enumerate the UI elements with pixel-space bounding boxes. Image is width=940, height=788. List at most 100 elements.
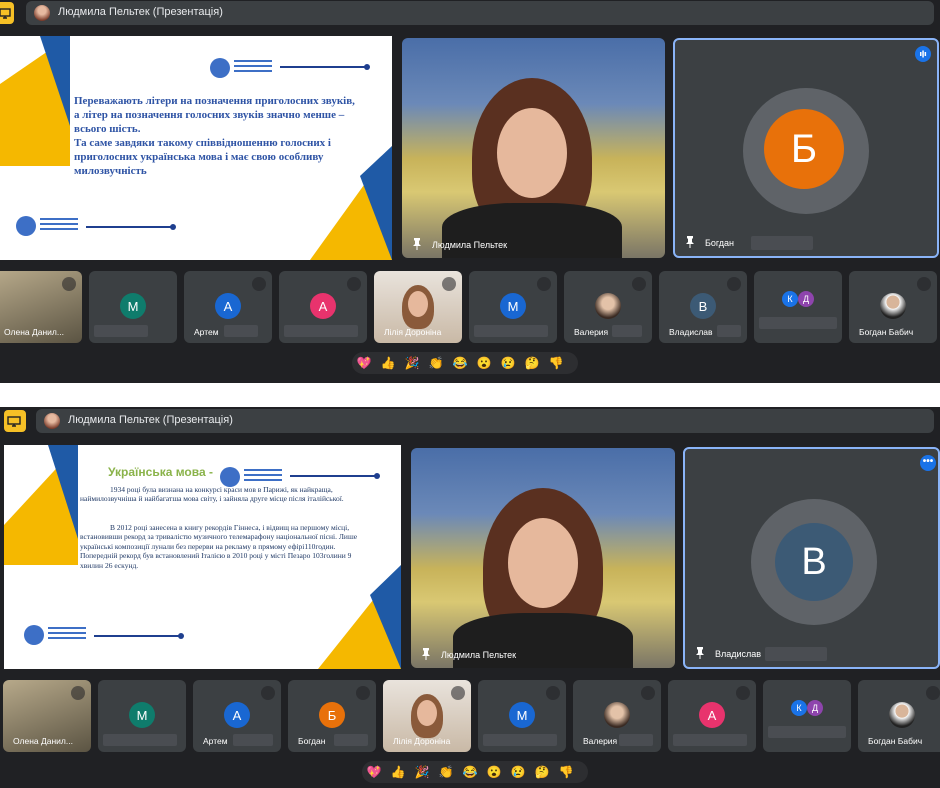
- redacted-name: [474, 325, 548, 337]
- redacted-surname: [612, 325, 642, 337]
- speaker-name: Людмила Пельтек: [441, 650, 517, 660]
- mic-off-icon: [736, 686, 750, 700]
- slide-text: Переважають літери на позначення приголо…: [74, 94, 384, 178]
- avatar-initial: А: [232, 707, 242, 723]
- thumbs-up-reaction-icon[interactable]: 👍: [390, 764, 406, 780]
- avatar: К: [791, 700, 807, 716]
- mic-off-icon: [546, 686, 560, 700]
- avatar-initial: А: [318, 298, 328, 314]
- mic-off-icon: [537, 277, 551, 291]
- thumbs-down-reaction-icon[interactable]: 👎: [548, 355, 564, 371]
- mic-off-icon: [252, 277, 266, 291]
- avatar: М: [129, 702, 155, 728]
- more-options-icon[interactable]: •••: [920, 455, 936, 471]
- mic-off-icon: [926, 686, 940, 700]
- redacted-name: [483, 734, 557, 746]
- avatar-initial: Б: [327, 707, 337, 723]
- avatar-initial: А: [223, 298, 233, 314]
- participant-tile[interactable]: А: [668, 680, 756, 752]
- party-reaction-icon[interactable]: 🎉: [404, 355, 420, 371]
- clap-reaction-icon[interactable]: 👏: [438, 764, 454, 780]
- avatar: М: [120, 293, 146, 319]
- redacted-name: [759, 317, 837, 329]
- thumbs-up-reaction-icon[interactable]: 👍: [380, 355, 396, 371]
- heart-reaction-icon[interactable]: 💖: [366, 764, 382, 780]
- slide-line: Та саме завдяки такому співвідношенню го…: [74, 137, 331, 149]
- participant-tile[interactable]: Богдан Бабич: [858, 680, 940, 752]
- presentation-icon[interactable]: [4, 410, 26, 432]
- thinking-reaction-icon[interactable]: 🤔: [534, 764, 550, 780]
- redacted-surname: [717, 325, 741, 337]
- surprised-reaction-icon[interactable]: 😮: [486, 764, 502, 780]
- participant-tile[interactable]: М: [469, 271, 557, 343]
- avatar: Д: [807, 700, 823, 716]
- heart-reaction-icon[interactable]: 💖: [356, 355, 372, 371]
- avatar-initial: М: [507, 298, 519, 314]
- redacted-surname: [619, 734, 653, 746]
- sad-reaction-icon[interactable]: 😢: [500, 355, 516, 371]
- participant-tile[interactable]: Олена Данил...: [3, 680, 91, 752]
- sad-reaction-icon[interactable]: 😢: [510, 764, 526, 780]
- avatar: Б: [319, 702, 345, 728]
- pin-icon[interactable]: [421, 648, 431, 660]
- participant-tile[interactable]: К Д: [763, 680, 851, 752]
- mic-off-icon: [641, 686, 655, 700]
- avatar: Д: [798, 291, 814, 307]
- video-feed: [508, 518, 578, 608]
- participant-tile[interactable]: Богдан Бабич: [849, 271, 937, 343]
- pin-icon[interactable]: [695, 647, 705, 659]
- speaker-video-tile[interactable]: Людмила Пельтек: [402, 38, 665, 258]
- participants-strip: Олена Данил... М А Артем А Лілія Доронiн…: [0, 271, 940, 343]
- participant-tile[interactable]: М: [89, 271, 177, 343]
- avatar-initial: А: [707, 707, 717, 723]
- mic-off-icon: [632, 277, 646, 291]
- participant-tile[interactable]: М: [478, 680, 566, 752]
- avatar: А: [310, 293, 336, 319]
- speaker-video-tile[interactable]: Людмила Пельтек: [411, 448, 675, 668]
- participant-tile[interactable]: Б Богдан: [288, 680, 376, 752]
- participant-tile[interactable]: А Артем: [184, 271, 272, 343]
- clap-reaction-icon[interactable]: 👏: [428, 355, 444, 371]
- thumbs-down-reaction-icon[interactable]: 👎: [558, 764, 574, 780]
- participant-tile[interactable]: А Артем: [193, 680, 281, 752]
- participant-tile[interactable]: В Владислав: [659, 271, 747, 343]
- mic-off-icon: [71, 686, 85, 700]
- video-feed: [417, 700, 437, 726]
- participant-tile[interactable]: Лілія Доронiна: [383, 680, 471, 752]
- pin-icon[interactable]: [685, 236, 695, 248]
- avatar: А: [699, 702, 725, 728]
- participant-name: Лілія Доронiна: [393, 736, 451, 746]
- reactions-bar: 💖 👍 🎉 👏 😂 😮 😢 🤔 👎: [352, 352, 578, 374]
- participant-name: Богдан: [705, 238, 735, 248]
- laugh-reaction-icon[interactable]: 😂: [452, 355, 468, 371]
- participant-tile[interactable]: Валерия: [564, 271, 652, 343]
- surprised-reaction-icon[interactable]: 😮: [476, 355, 492, 371]
- featured-participant-tile[interactable]: Б Богдан: [673, 38, 939, 258]
- presenter-label: Людмила Пельтек (Презентація): [68, 414, 233, 426]
- top-bar: Людмила Пельтек (Презентація): [0, 407, 940, 437]
- participant-tile[interactable]: А: [279, 271, 367, 343]
- avatar: В: [775, 523, 853, 601]
- laugh-reaction-icon[interactable]: 😂: [462, 764, 478, 780]
- slide-line: Переважають літери на позначення приголо…: [74, 95, 355, 107]
- participant-tile[interactable]: Валерия: [573, 680, 661, 752]
- participant-tile[interactable]: Лілія Доронiна: [374, 271, 462, 343]
- participant-name: Владислав: [715, 649, 762, 659]
- party-reaction-icon[interactable]: 🎉: [414, 764, 430, 780]
- presentation-icon[interactable]: [0, 2, 14, 24]
- participant-tile[interactable]: Олена Данил...: [0, 271, 82, 343]
- participant-tile[interactable]: М: [98, 680, 186, 752]
- pin-icon[interactable]: [412, 238, 422, 250]
- avatar: А: [224, 702, 250, 728]
- participant-name: Богдан Бабич: [859, 327, 914, 337]
- redacted-name: [768, 726, 846, 738]
- thinking-reaction-icon[interactable]: 🤔: [524, 355, 540, 371]
- redacted-surname: [751, 236, 813, 250]
- avatar: [880, 293, 906, 319]
- avatar: [34, 5, 50, 21]
- slide-paragraph: В 2012 році занесена в книгу рекордів Гі…: [80, 523, 358, 570]
- featured-participant-tile[interactable]: В ••• Владислав: [683, 447, 940, 669]
- avatar-initial: В: [801, 540, 827, 583]
- avatar: [604, 702, 630, 728]
- participant-tile[interactable]: К Д: [754, 271, 842, 343]
